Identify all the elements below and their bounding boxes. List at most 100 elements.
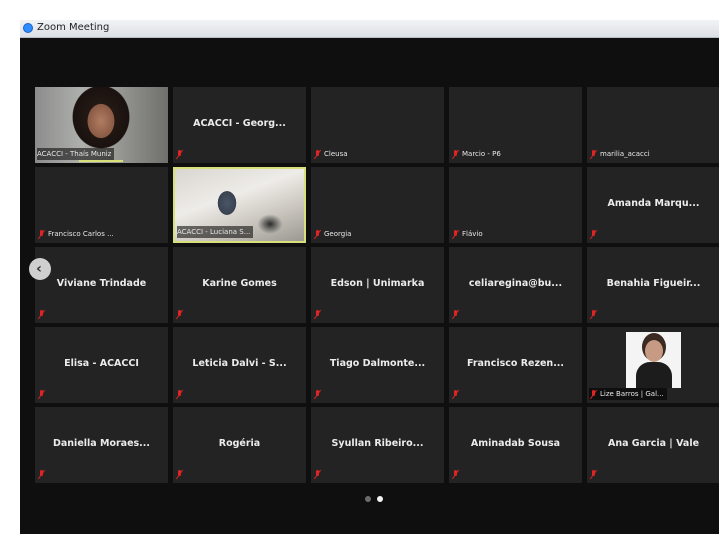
zoom-icon	[23, 23, 33, 33]
tile-footer	[175, 308, 184, 320]
mic-muted-icon	[175, 469, 184, 479]
mic-muted-icon	[37, 469, 46, 479]
participant-name: Rogéria	[218, 438, 261, 449]
participant-tile[interactable]: Francisco Carlos ...	[35, 167, 168, 243]
tile-footer: marilia_acacci	[589, 148, 650, 160]
participant-label: marilia_acacci	[600, 150, 650, 158]
participant-tile[interactable]: Viviane Trindade	[35, 247, 168, 323]
participant-name: Viviane Trindade	[56, 278, 147, 289]
participant-tile[interactable]: Lize Barros | Gal...	[587, 327, 719, 403]
tile-footer	[451, 468, 460, 480]
mic-muted-icon	[313, 469, 322, 479]
participant-tile[interactable]: marilia_acacci	[587, 87, 719, 163]
tile-footer: Francisco Carlos ...	[37, 228, 114, 240]
participant-label: Flávio	[462, 230, 483, 238]
tile-footer: Lize Barros | Gal...	[589, 388, 667, 400]
participant-tile[interactable]: Marcio - P6	[449, 87, 582, 163]
mic-muted-icon	[313, 229, 322, 239]
previous-page-button[interactable]: ‹	[29, 258, 51, 280]
tile-footer	[37, 388, 46, 400]
mic-muted-icon	[313, 149, 322, 159]
participant-label: Francisco Carlos ...	[48, 230, 114, 238]
page-indicator	[365, 496, 383, 502]
participant-tile[interactable]: Edson | Unimarka	[311, 247, 444, 323]
mic-muted-icon	[451, 229, 460, 239]
tile-footer	[451, 308, 460, 320]
participant-tile[interactable]: ACACCI - Luciana S...	[173, 167, 306, 243]
tile-footer: Cleusa	[313, 148, 348, 160]
mic-muted-icon	[589, 149, 598, 159]
profile-photo	[626, 332, 681, 388]
tile-footer	[37, 308, 46, 320]
mic-muted-icon	[313, 309, 322, 319]
participant-tile[interactable]: Aminadab Sousa	[449, 407, 582, 483]
title-bar: Zoom Meeting	[20, 20, 719, 38]
page-dot[interactable]	[377, 496, 383, 502]
participant-label: ACACCI - Luciana S...	[177, 228, 251, 236]
page-dot[interactable]	[365, 496, 371, 502]
participant-tile[interactable]: Leticia Dalvi - S...	[173, 327, 306, 403]
participant-tile[interactable]: ACACCI - Thaís Muniz	[35, 87, 168, 163]
participant-tile[interactable]: Benahia Figueir...	[587, 247, 719, 323]
mic-muted-icon	[313, 389, 322, 399]
participant-tile[interactable]: Daniella Moraes...	[35, 407, 168, 483]
participant-name: Leticia Dalvi - S...	[192, 358, 287, 369]
participant-tile[interactable]: celiaregina@bu...	[449, 247, 582, 323]
participant-name: Daniella Moraes...	[53, 438, 150, 449]
tile-footer	[589, 468, 598, 480]
participant-name: Aminadab Sousa	[470, 438, 561, 449]
participant-tile[interactable]: Karine Gomes	[173, 247, 306, 323]
participant-name: Francisco Rezen...	[466, 358, 565, 369]
mic-muted-icon	[37, 389, 46, 399]
speaking-indicator	[79, 160, 123, 162]
participant-tile[interactable]: ACACCI - Georg...	[173, 87, 306, 163]
participant-label: Marcio - P6	[462, 150, 501, 158]
participant-name: celiaregina@bu...	[468, 278, 563, 289]
participant-label: Cleusa	[324, 150, 348, 158]
participant-tile[interactable]: Flávio	[449, 167, 582, 243]
participant-label: ACACCI - Thaís Muniz	[37, 150, 112, 158]
mic-muted-icon	[175, 389, 184, 399]
window-title: Zoom Meeting	[37, 22, 110, 33]
mic-muted-icon	[451, 469, 460, 479]
tile-footer	[37, 468, 46, 480]
participant-tile[interactable]: Rogéria	[173, 407, 306, 483]
mic-muted-icon	[175, 149, 184, 159]
zoom-window: Zoom Meeting ACACCI - Thaís Muniz ACACCI …	[20, 20, 719, 534]
mic-muted-icon	[589, 229, 598, 239]
participant-name: Tiago Dalmonte...	[329, 358, 426, 369]
participant-tile[interactable]: Amanda Marqu...	[587, 167, 719, 243]
tile-footer: Marcio - P6	[451, 148, 501, 160]
mic-muted-icon	[451, 149, 460, 159]
participant-name: Elisa - ACACCI	[64, 358, 139, 369]
participant-name: Edson | Unimarka	[330, 278, 425, 289]
chevron-left-icon: ‹	[36, 261, 42, 277]
mic-muted-icon	[589, 389, 598, 399]
participant-tile[interactable]: Cleusa	[311, 87, 444, 163]
mic-muted-icon	[37, 309, 46, 319]
tile-footer	[175, 468, 184, 480]
participant-tile[interactable]: Francisco Rezen...	[449, 327, 582, 403]
tile-footer	[313, 308, 322, 320]
participant-tile[interactable]: Tiago Dalmonte...	[311, 327, 444, 403]
mic-muted-icon	[451, 309, 460, 319]
participant-name: Syullan Ribeiro...	[331, 438, 424, 449]
participant-name: Karine Gomes	[202, 278, 277, 289]
mic-muted-icon	[175, 309, 184, 319]
participant-tile[interactable]: Georgia	[311, 167, 444, 243]
tile-footer: ACACCI - Thaís Muniz	[37, 148, 115, 160]
participant-name: Amanda Marqu...	[607, 198, 700, 209]
tile-footer: Georgia	[313, 228, 351, 240]
participant-name: ACACCI - Georg...	[193, 118, 286, 129]
mic-muted-icon	[589, 309, 598, 319]
participant-tile[interactable]: Elisa - ACACCI	[35, 327, 168, 403]
tile-footer	[313, 468, 322, 480]
participant-name: Ana Garcia | Vale	[607, 438, 700, 449]
gallery-grid: ACACCI - Thaís Muniz ACACCI - Georg... Cle…	[35, 87, 719, 487]
participant-label: Lize Barros | Gal...	[600, 390, 664, 398]
tile-footer	[313, 388, 322, 400]
participant-tile[interactable]: Syullan Ribeiro...	[311, 407, 444, 483]
tile-footer	[175, 148, 184, 160]
participant-tile[interactable]: Ana Garcia | Vale	[587, 407, 719, 483]
tile-footer	[175, 388, 184, 400]
